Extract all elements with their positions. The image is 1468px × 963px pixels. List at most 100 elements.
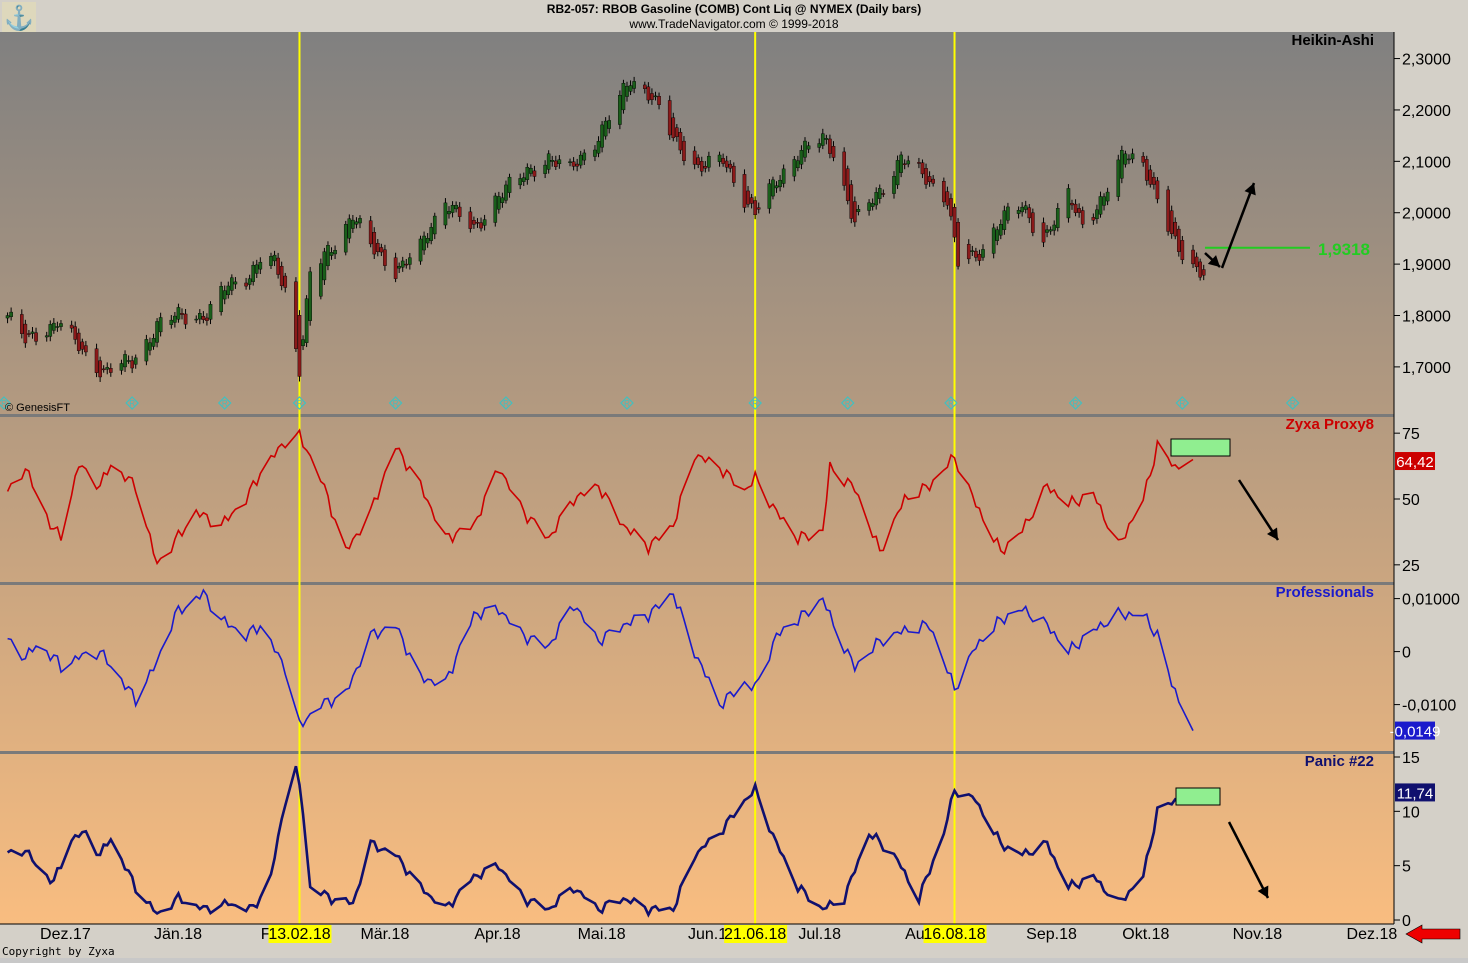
candle-body <box>80 341 85 350</box>
candle-body <box>101 368 106 371</box>
candle-body <box>1176 228 1181 252</box>
candle-body <box>258 261 263 270</box>
candle-body <box>756 207 761 210</box>
candle-2018-07-16 <box>842 147 846 191</box>
candle-2018-05-15 <box>621 79 626 114</box>
candle-body <box>618 95 622 125</box>
candle-body <box>671 117 676 139</box>
candle-body <box>924 168 928 185</box>
candle-body <box>479 222 483 229</box>
candle-body <box>999 224 1003 236</box>
candle-body <box>949 198 953 217</box>
candle-body <box>447 211 451 215</box>
candle-body <box>1116 159 1121 197</box>
candle-body <box>20 314 24 334</box>
candle-body <box>1127 158 1131 161</box>
diamond-letter: R <box>624 399 630 408</box>
candle-body <box>443 202 448 226</box>
panic-panel-title: Panic #22 <box>1305 753 1374 770</box>
candle-body <box>974 250 978 258</box>
candle-body <box>343 224 348 253</box>
candle-body <box>831 146 836 158</box>
candle-body <box>593 149 597 157</box>
candle-body <box>578 154 583 166</box>
candle-body <box>849 184 854 219</box>
candle-body <box>703 166 708 169</box>
candle-2018-02-20 <box>322 247 327 285</box>
candle-body <box>30 331 35 334</box>
candle-body <box>425 237 430 244</box>
candle-body <box>749 197 754 204</box>
candle-body <box>457 206 462 217</box>
candle-body <box>144 339 149 362</box>
panic-panel-y-tick-label: 10 <box>1402 804 1420 821</box>
candle-body <box>771 179 775 197</box>
candle-2018-10-16 <box>1169 205 1174 239</box>
candle-body <box>251 265 256 282</box>
diamond-letter: R <box>752 399 758 408</box>
candle-body <box>1055 208 1060 228</box>
candle-body <box>1045 229 1049 233</box>
x-tick-label: Mär.18 <box>360 926 409 943</box>
candle-body <box>952 207 957 238</box>
price-y-tick-label: 1,9000 <box>1402 257 1451 274</box>
candle-body <box>828 138 832 154</box>
candle-body <box>205 317 209 321</box>
diamond-letter: R <box>129 399 135 408</box>
professionals-panel-y-tick-label: 0 <box>1402 645 1411 662</box>
candle-body <box>902 163 907 165</box>
candle-body <box>1191 249 1195 265</box>
candle-body <box>650 93 654 100</box>
candle-body <box>554 160 558 167</box>
candle-body <box>393 257 398 279</box>
candle-body <box>746 190 750 205</box>
candle-body <box>482 219 487 226</box>
candle-body <box>1120 150 1124 179</box>
candle-body <box>1141 156 1145 163</box>
candle-body <box>942 181 946 203</box>
candle-body <box>696 157 700 165</box>
candle-body <box>48 324 53 337</box>
candle-body <box>432 215 437 235</box>
candle-2018-10-24 <box>1198 258 1202 281</box>
candle-body <box>1201 269 1206 276</box>
proxy8-green-highlight-box <box>1170 438 1231 457</box>
candle-body <box>824 138 829 140</box>
candle-body <box>1070 202 1074 206</box>
diamond-letter: R <box>1290 399 1296 408</box>
candle-body <box>219 286 223 313</box>
candle-body <box>23 323 28 344</box>
price-y-tick-label: 2,3000 <box>1402 52 1451 69</box>
diamond-letter: R <box>297 399 303 408</box>
candle-body <box>600 124 604 148</box>
chart-window: ⚓ RB2-057: RBOB Gasoline (COMB) Cont Liq… <box>0 0 1468 958</box>
anchor-logo-icon: ⚓ <box>2 2 36 32</box>
candle-body <box>1023 205 1028 210</box>
candle-body <box>52 322 56 331</box>
x-tick-label: Dez.17 <box>40 926 91 943</box>
candle-body <box>675 127 679 137</box>
candle-body <box>283 275 288 288</box>
proxy8-panel-y-tick-label: 25 <box>1402 558 1420 575</box>
candle-body <box>742 174 747 208</box>
diamond-letter: R <box>503 399 509 408</box>
candle-body <box>518 178 522 186</box>
professionals-panel-y-tick-label: 0,01000 <box>1402 592 1460 609</box>
professionals-panel-y-tick-label: -0,0100 <box>1402 698 1456 715</box>
candle-body <box>155 321 159 343</box>
candle-body <box>543 164 547 174</box>
candle-body <box>1002 210 1007 230</box>
diamond-letter: R <box>1179 399 1185 408</box>
candle-body <box>667 100 672 136</box>
panic-panel-y-tick-label: 5 <box>1402 859 1411 876</box>
candle-body <box>247 278 252 285</box>
candle-body <box>821 133 825 146</box>
candle-body <box>842 151 846 186</box>
candle-body <box>970 250 975 252</box>
candle-body <box>1073 203 1078 213</box>
candle-body <box>845 168 850 201</box>
candle-2018-10-01 <box>1116 154 1121 202</box>
candle-2018-07-31 <box>895 155 900 189</box>
candle-body <box>1066 188 1071 219</box>
candle-body <box>1041 222 1046 243</box>
